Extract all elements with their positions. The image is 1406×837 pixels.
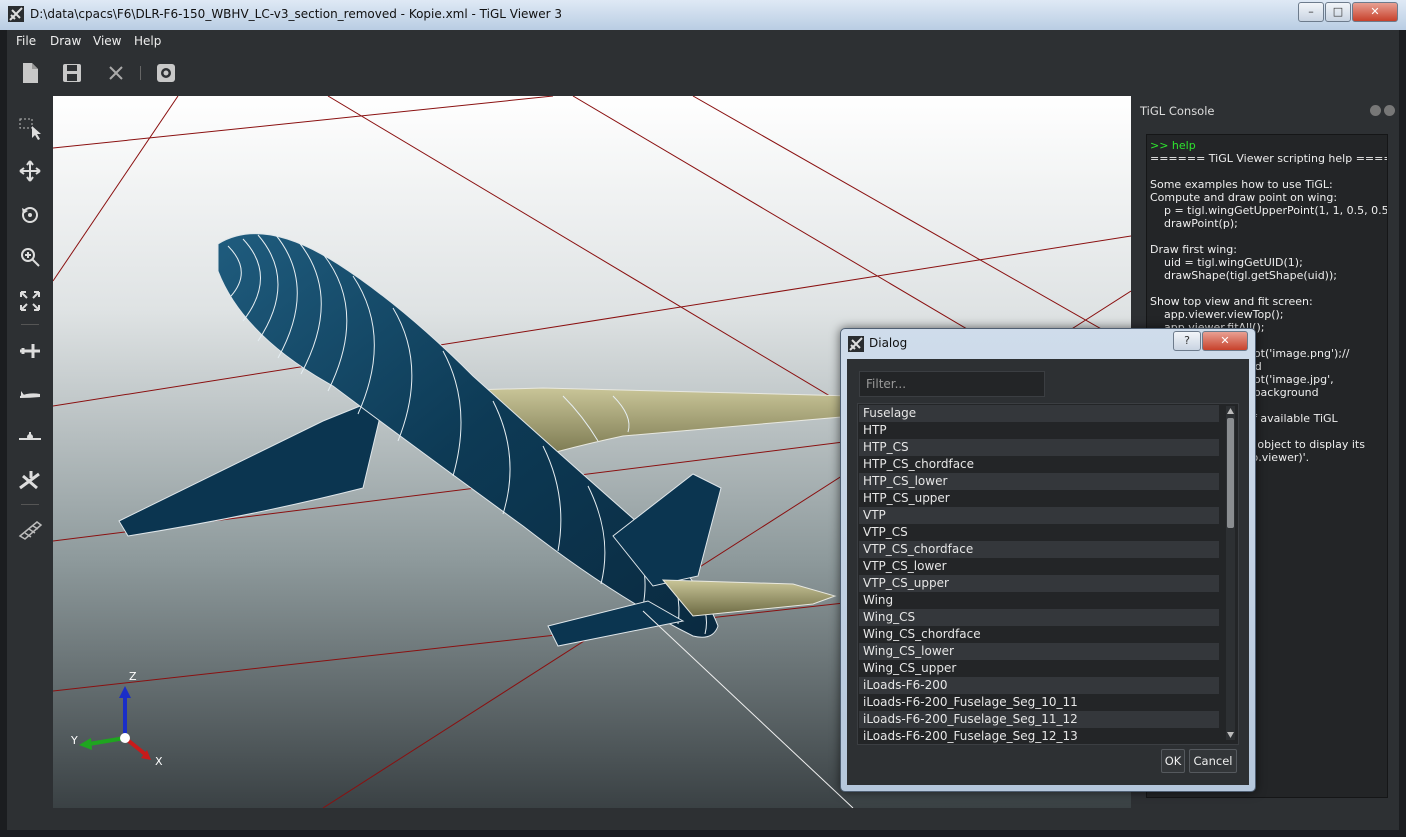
view-front-icon[interactable] xyxy=(17,424,43,450)
list-item[interactable]: VTP_CS_chordface xyxy=(859,541,1219,558)
dialog-close-button[interactable]: ✕ xyxy=(1202,331,1248,351)
maximize-button[interactable]: □ xyxy=(1325,2,1351,22)
cancel-button[interactable]: Cancel xyxy=(1189,749,1237,773)
list-item[interactable]: Wing_CS_upper xyxy=(859,660,1219,677)
pan-icon[interactable] xyxy=(17,158,43,184)
save-icon[interactable] xyxy=(59,60,85,86)
console-line: uid = tigl.wingGetUID(1); xyxy=(1150,256,1303,269)
dialog-window: Dialog ? ✕ Filter... Fuselage HTP HTP_CS HT… xyxy=(840,328,1256,792)
toolbar-separator xyxy=(21,504,39,505)
dialog-help-button[interactable]: ? xyxy=(1173,331,1201,351)
list-item[interactable]: iLoads-F6-200_Fuselage_Seg_12_13 xyxy=(859,728,1219,744)
list-item[interactable]: HTP_CS_upper xyxy=(859,490,1219,507)
menu-draw[interactable]: Draw xyxy=(50,34,81,48)
console-line: drawShape(tigl.getShape(uid)); xyxy=(1150,269,1337,282)
toolbar-separator xyxy=(140,66,141,80)
list-item[interactable]: iLoads-F6-200_Fuselage_Seg_10_11 xyxy=(859,694,1219,711)
console-line: drawPoint(p); xyxy=(1150,217,1238,230)
list-item[interactable]: VTP xyxy=(859,507,1219,524)
window-title: D:\data\cpacs\F6\DLR-F6-150_WBHV_LC-v3_s… xyxy=(30,7,563,21)
window-titlebar: D:\data\cpacs\F6\DLR-F6-150_WBHV_LC-v3_s… xyxy=(0,0,1406,30)
console-line: >> help xyxy=(1150,139,1196,152)
axis-label-z: Z xyxy=(129,670,137,683)
new-file-icon[interactable] xyxy=(17,60,43,86)
list-item[interactable]: iLoads-F6-200 xyxy=(859,677,1219,694)
console-title: TiGL Console xyxy=(1140,104,1215,118)
airplane-icon xyxy=(848,336,864,352)
list-item[interactable]: VTP_CS_lower xyxy=(859,558,1219,575)
list-item[interactable]: Fuselage xyxy=(859,405,1219,422)
dock-close-button[interactable] xyxy=(1384,105,1395,116)
list-item[interactable]: HTP_CS xyxy=(859,439,1219,456)
list-item[interactable]: VTP_CS xyxy=(859,524,1219,541)
console-line: Some examples how to use TiGL: xyxy=(1150,178,1333,191)
list-scrollbar[interactable] xyxy=(1226,406,1235,740)
dock-float-button[interactable] xyxy=(1370,105,1381,116)
ok-button[interactable]: OK xyxy=(1161,749,1185,773)
console-line: Show top view and fit screen: xyxy=(1150,295,1313,308)
select-icon[interactable] xyxy=(17,116,43,142)
menu-file[interactable]: File xyxy=(16,34,36,48)
gear-icon[interactable] xyxy=(153,60,179,86)
list-item[interactable]: HTP xyxy=(859,422,1219,439)
list-item[interactable]: Wing_CS_lower xyxy=(859,643,1219,660)
axis-label-x: X xyxy=(155,755,163,768)
wireframe-icon[interactable] xyxy=(17,516,43,542)
console-line: ====== TiGL Viewer scripting help ====== xyxy=(1150,152,1388,165)
object-list[interactable]: Fuselage HTP HTP_CS HTP_CS_chordface HTP_CS_… xyxy=(857,403,1239,745)
dialog-title: Dialog xyxy=(869,336,908,350)
list-item[interactable]: HTP_CS_lower xyxy=(859,473,1219,490)
rotate-icon[interactable] xyxy=(17,202,43,228)
view-axo-icon[interactable] xyxy=(17,468,43,494)
console-line: Draw first wing: xyxy=(1150,243,1237,256)
close-window-button[interactable]: ✕ xyxy=(1352,2,1398,22)
airplane-icon xyxy=(8,6,24,22)
view-top-icon[interactable] xyxy=(17,338,43,364)
console-line: Compute and draw point on wing: xyxy=(1150,191,1338,204)
list-item[interactable]: Wing_CS xyxy=(859,609,1219,626)
list-item[interactable]: iLoads-F6-200_Fuselage_Seg_11_12 xyxy=(859,711,1219,728)
fit-all-icon[interactable] xyxy=(17,288,43,314)
main-toolbar xyxy=(7,52,1399,94)
menu-view[interactable]: View xyxy=(93,34,121,48)
console-line: p = tigl.wingGetUpperPoint(1, 1, 0.5, 0.… xyxy=(1150,204,1388,217)
minimize-button[interactable]: – xyxy=(1298,2,1324,22)
view-side-icon[interactable] xyxy=(17,381,43,407)
filter-input[interactable]: Filter... xyxy=(859,371,1045,397)
list-item[interactable]: VTP_CS_upper xyxy=(859,575,1219,592)
menu-help[interactable]: Help xyxy=(134,34,161,48)
list-item[interactable]: Wing xyxy=(859,592,1219,609)
axis-label-y: Y xyxy=(71,734,78,747)
toolbar-separator xyxy=(21,324,39,325)
list-item[interactable]: Wing_CS_chordface xyxy=(859,626,1219,643)
list-item[interactable]: HTP_CS_chordface xyxy=(859,456,1219,473)
zoom-icon[interactable] xyxy=(17,244,43,270)
close-icon[interactable] xyxy=(103,60,129,86)
menu-bar: File Draw View Help xyxy=(7,30,1399,52)
view-toolbar xyxy=(7,96,53,808)
dialog-client: Filter... Fuselage HTP HTP_CS HTP_CS_chordf… xyxy=(847,359,1249,785)
console-line: app.viewer.viewTop(); xyxy=(1150,308,1284,321)
